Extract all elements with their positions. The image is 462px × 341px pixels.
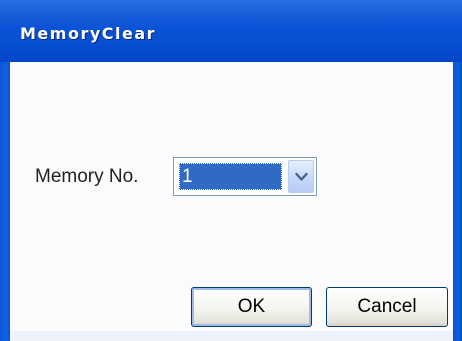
dropdown-button[interactable] (288, 160, 314, 193)
title-bar[interactable]: MemoryClear (0, 0, 462, 62)
memory-no-selected-value[interactable]: 1 (179, 163, 282, 190)
window-border-left (0, 62, 10, 341)
cancel-button[interactable]: Cancel (326, 287, 448, 327)
ok-button[interactable]: OK (191, 287, 312, 327)
dialog-body: Memory No. 1 OK Cancel (10, 62, 453, 341)
window-bottom-edge (10, 331, 453, 341)
memory-clear-dialog: MemoryClear Memory No. 1 OK Cancel (0, 0, 462, 341)
memory-no-select[interactable]: 1 (173, 157, 317, 196)
memory-no-label: Memory No. (35, 166, 139, 187)
chevron-down-icon (295, 172, 308, 181)
window-border-right (453, 62, 462, 341)
window-title: MemoryClear (20, 24, 157, 43)
